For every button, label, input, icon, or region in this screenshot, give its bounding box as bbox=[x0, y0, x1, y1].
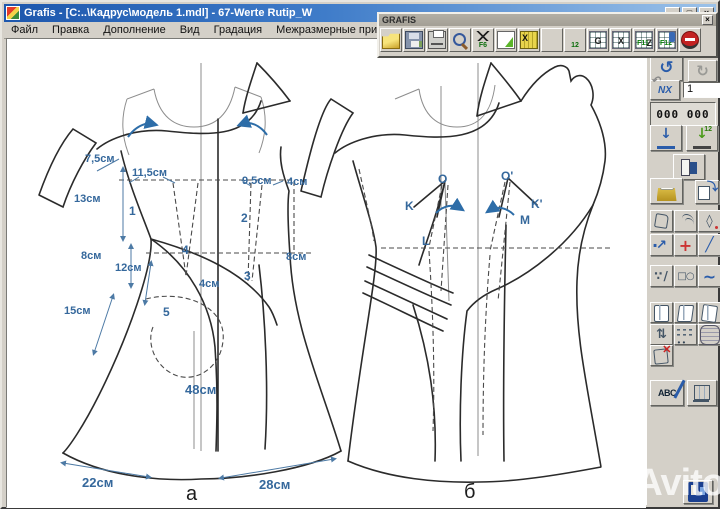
table-g-icon: G bbox=[589, 31, 607, 49]
zoom-icon bbox=[451, 31, 469, 49]
toolbar-close-button[interactable]: × bbox=[702, 15, 713, 25]
scatter-points-icon: ∵/ bbox=[651, 266, 672, 286]
line-button[interactable]: ╱ bbox=[698, 234, 720, 256]
scatter-points-button[interactable]: ∵/ bbox=[650, 265, 673, 287]
table-f11-button[interactable]: F11 bbox=[633, 28, 655, 52]
zoom-button[interactable] bbox=[449, 28, 471, 52]
stop-button[interactable] bbox=[679, 28, 701, 52]
spline-button[interactable]: ~ bbox=[698, 265, 720, 287]
print-icon bbox=[428, 31, 446, 49]
delete-piece-icon bbox=[652, 346, 672, 366]
add-cross-icon: + bbox=[675, 235, 696, 255]
shapes-button[interactable]: □○ bbox=[674, 265, 697, 287]
stop-icon bbox=[681, 31, 699, 49]
pieces-stack-icon bbox=[679, 157, 699, 177]
quilt-icon bbox=[700, 325, 720, 345]
bottom-tool-button[interactable] bbox=[683, 480, 713, 504]
copy-transform-icon bbox=[697, 182, 717, 202]
text-tool-icon: ABC bbox=[651, 381, 683, 405]
add-cross-button[interactable]: + bbox=[674, 234, 697, 256]
app-window: Grafis - [C:..\Кадрус\модель 1.mdl] - 67… bbox=[0, 0, 720, 509]
text-tool-button[interactable]: ABC bbox=[650, 380, 684, 406]
nx-count-input[interactable]: 1 bbox=[683, 82, 720, 98]
delete-piece-button[interactable] bbox=[650, 345, 673, 366]
copy-transform-button[interactable] bbox=[695, 180, 719, 204]
table-g-button[interactable]: G bbox=[587, 28, 609, 52]
insert-down-icon bbox=[657, 128, 675, 149]
redo-icon: ↻ bbox=[689, 61, 716, 81]
coordinate-display: 000 000 bbox=[650, 102, 716, 126]
measure-button[interactable] bbox=[518, 28, 540, 52]
pattern-measure-button[interactable] bbox=[687, 380, 717, 406]
toolbar-buttons: F6 12 G X F11 F12 bbox=[379, 26, 716, 54]
insert-down-12-button[interactable]: 12 bbox=[564, 28, 586, 52]
dart-button[interactable]: ◊ bbox=[698, 210, 720, 232]
point-line-icon: ↗ bbox=[651, 235, 672, 255]
piece-fold-1-button[interactable] bbox=[650, 302, 673, 323]
pattern-measure-icon bbox=[692, 383, 712, 403]
pattern-drawing bbox=[7, 39, 645, 507]
menu-item[interactable]: Правка bbox=[45, 23, 96, 37]
insert-down-button[interactable] bbox=[650, 125, 682, 151]
quilt-button[interactable] bbox=[698, 324, 720, 345]
piece-fold-2-button[interactable] bbox=[674, 302, 697, 323]
toolbar-title: GRAFIS bbox=[382, 15, 702, 25]
cut-button[interactable]: F6 bbox=[472, 28, 494, 52]
open-folder-button[interactable] bbox=[380, 28, 402, 52]
dash-dots-button[interactable] bbox=[674, 324, 697, 345]
piece-outline-button[interactable] bbox=[650, 210, 673, 232]
tool-sidebar: ↺ ↻ NX 1 000 000 12 ◊ ↗ + ╱ bbox=[646, 38, 716, 505]
piece-fold-1-icon bbox=[652, 303, 672, 323]
insert-down-12-icon: 12 bbox=[566, 31, 584, 49]
table-x-icon: X bbox=[612, 31, 630, 49]
dart-icon: ◊ bbox=[699, 211, 720, 231]
insert-down-icon bbox=[543, 31, 561, 49]
menu-item[interactable]: Вид bbox=[173, 23, 207, 37]
pieces-stack-button[interactable] bbox=[673, 154, 705, 180]
insert-down-12-button[interactable]: 12 bbox=[686, 125, 718, 151]
dash-dots-icon bbox=[676, 325, 696, 345]
table-f11-icon: F11 bbox=[635, 31, 653, 49]
spline-icon: ~ bbox=[699, 266, 720, 286]
measure-icon bbox=[520, 31, 538, 49]
nx-icon: NX bbox=[651, 81, 679, 99]
save-button[interactable] bbox=[403, 28, 425, 52]
insert-down-12-icon: 12 bbox=[693, 128, 711, 149]
point-line-button[interactable]: ↗ bbox=[650, 234, 673, 256]
insert-down-button[interactable] bbox=[541, 28, 563, 52]
save-icon bbox=[405, 31, 423, 49]
menu-item[interactable]: Дополнение bbox=[96, 23, 172, 37]
piece-fold-2-icon bbox=[676, 303, 696, 323]
print-button[interactable] bbox=[426, 28, 448, 52]
preview-icon bbox=[497, 31, 515, 49]
nx-repeat-button[interactable]: NX bbox=[650, 80, 680, 100]
left-pattern-draft bbox=[39, 63, 353, 480]
shapes-icon: □○ bbox=[675, 266, 696, 286]
basket-button[interactable] bbox=[650, 178, 683, 204]
curve-set-icon bbox=[676, 211, 696, 231]
preview-button[interactable] bbox=[495, 28, 517, 52]
curve-set-button[interactable] bbox=[674, 210, 697, 232]
menu-item[interactable]: Файл bbox=[4, 23, 45, 37]
piece-outline-icon bbox=[652, 211, 672, 231]
toolbar-title-bar[interactable]: GRAFIS × bbox=[379, 14, 716, 26]
cut-icon: F6 bbox=[474, 31, 492, 49]
seam-marks-icon: ⇅ bbox=[651, 325, 672, 344]
menu-item[interactable]: Градация bbox=[207, 23, 270, 37]
bottom-tool-icon bbox=[688, 482, 708, 502]
redo-button[interactable]: ↻ bbox=[688, 60, 717, 82]
open-folder-icon bbox=[382, 31, 400, 49]
piece-fold-3-icon bbox=[700, 303, 720, 323]
basket-icon bbox=[657, 181, 677, 201]
grafis-toolbar-window: GRAFIS × F6 bbox=[377, 12, 718, 58]
table-f12-icon: F12 bbox=[658, 31, 676, 49]
table-f12-button[interactable]: F12 bbox=[656, 28, 678, 52]
piece-fold-3-button[interactable] bbox=[698, 302, 720, 323]
drawing-canvas[interactable]: 7,5см11,5см9,5см4см13см128см48см12см34см… bbox=[6, 38, 646, 508]
table-x-button[interactable]: X bbox=[610, 28, 632, 52]
line-icon: ╱ bbox=[699, 235, 720, 255]
right-pattern-draft bbox=[335, 63, 611, 482]
app-icon bbox=[6, 6, 20, 20]
